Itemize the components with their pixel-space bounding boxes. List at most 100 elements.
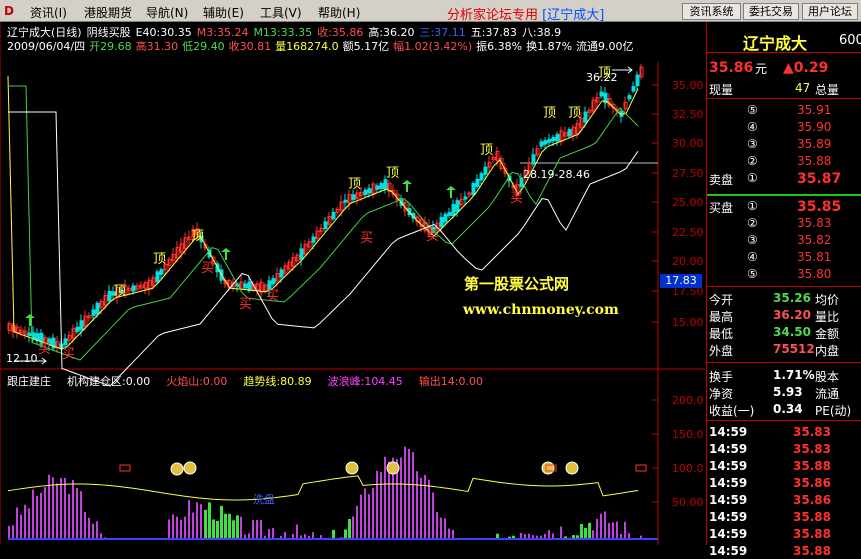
stat-row: 最低34.50金额 xyxy=(707,324,861,340)
candle-body xyxy=(480,174,483,180)
top-signal-label: 顶 xyxy=(568,107,581,121)
candle-body xyxy=(532,155,535,164)
panel-value: 35.88 xyxy=(793,459,831,473)
indicator-bar xyxy=(596,519,598,539)
header-field: E40:30.35 xyxy=(136,26,192,39)
panel-value: 47 xyxy=(795,81,810,95)
kline-chart[interactable]: 35.0032.5030.0027.5025.0022.5020.0017.50… xyxy=(0,22,705,545)
panel-divider xyxy=(707,52,861,53)
menu-hk-futures[interactable]: 港股期货 xyxy=(84,4,132,21)
panel-value: ③ xyxy=(747,137,758,151)
panel-value: 股本 xyxy=(815,368,839,385)
panel-value: 最低 xyxy=(709,325,733,342)
smiley-icon xyxy=(387,462,399,474)
panel-value: 75512 xyxy=(773,342,815,356)
indicator-bar xyxy=(260,520,262,539)
candle-body xyxy=(632,87,635,91)
bid-row: 买盘①35.85 xyxy=(707,198,861,214)
trend-line xyxy=(8,476,638,500)
up-arrow-icon xyxy=(446,186,456,198)
top-signal-label: 顶 xyxy=(543,107,556,121)
indicator-bar xyxy=(560,527,562,539)
flag-marker-icon xyxy=(120,465,130,471)
panel-value: 35.82 xyxy=(797,233,831,247)
menu-tools[interactable]: 工具(V) xyxy=(260,4,302,21)
indicator-bar xyxy=(332,530,335,539)
indicator-bar xyxy=(168,519,170,539)
indicator-bar xyxy=(348,519,351,539)
user-forum-button[interactable]: 用户论坛 xyxy=(802,3,858,20)
buy-signal-label: 买 xyxy=(266,290,279,304)
panel-value: 35.90 xyxy=(797,120,831,134)
indicator-bar xyxy=(64,478,66,539)
candle-body xyxy=(600,92,603,96)
indicator-bar xyxy=(188,500,190,539)
candle-body xyxy=(312,237,315,242)
panel-value: 35.81 xyxy=(797,250,831,264)
header-field: 低29.40 xyxy=(182,40,225,53)
indicator-bar xyxy=(28,508,30,539)
candle-body xyxy=(540,142,543,146)
indicator-bar xyxy=(616,522,618,539)
header-field: 换1.87% xyxy=(526,40,572,53)
menu-assist[interactable]: 辅助(E) xyxy=(203,4,244,21)
indicator-bar xyxy=(364,488,366,539)
candle-body xyxy=(544,141,547,145)
price-tick-label: 20.00 xyxy=(672,255,704,268)
tick-row: 14:5935.86 xyxy=(707,475,861,491)
panel-value: ③ xyxy=(747,233,758,247)
candle-body xyxy=(64,339,67,345)
stat-row: 最高36.20量比 xyxy=(707,307,861,323)
header-field: 八:38.9 xyxy=(522,26,561,39)
candle-body xyxy=(352,195,355,200)
indicator-bar xyxy=(16,507,18,539)
indicator-bar xyxy=(192,513,194,539)
candle-body xyxy=(556,134,559,141)
trade-button[interactable]: 委托交易 xyxy=(743,3,799,20)
menu-help[interactable]: 帮助(H) xyxy=(318,4,360,21)
panel-value: ① xyxy=(747,199,758,213)
panel-value: 35.88 xyxy=(793,510,831,524)
info-system-button[interactable]: 资讯系统 xyxy=(682,3,741,20)
panel-value: 14:59 xyxy=(709,544,747,558)
panel-value: ② xyxy=(747,154,758,168)
indicator-bar xyxy=(48,475,50,539)
indicator-bar xyxy=(92,524,94,539)
header-field: 辽宁成大(日线) xyxy=(7,26,82,39)
buy-signal-label: 买 xyxy=(62,348,75,362)
panel-value: 量比 xyxy=(815,308,839,325)
panel-value: 内盘 xyxy=(815,342,839,359)
ask-row: ④35.90 xyxy=(707,119,861,135)
price-tick-label: 15.00 xyxy=(672,316,704,329)
stat-row: 换手1.71%股本 xyxy=(707,367,861,383)
header-field: 振6.38% xyxy=(476,40,522,53)
header-field: 五:37.83 xyxy=(471,26,517,39)
candle-body xyxy=(568,130,571,136)
panel-value: 35.26 xyxy=(773,291,811,305)
panel-value: 买盘 xyxy=(709,199,733,216)
indicator-bar xyxy=(232,520,235,539)
panel-value: 14:59 xyxy=(709,476,747,490)
indicator-bar xyxy=(408,449,410,539)
panel-value: 总量 xyxy=(815,81,839,98)
flag-marker-icon xyxy=(636,465,646,471)
candle-body xyxy=(456,201,459,212)
menu-info[interactable]: 资讯(I) xyxy=(30,4,67,21)
indicator-bar xyxy=(36,496,38,539)
top-signal-label: 顶 xyxy=(348,178,361,192)
stat-row: 收益(一)0.34PE(动) xyxy=(707,401,861,417)
indicator-bar xyxy=(256,520,258,539)
panel-value: 1.71% xyxy=(773,368,815,382)
top-signal-label: 顶 xyxy=(598,67,611,81)
indicator-bar xyxy=(416,471,418,539)
indicator-bar xyxy=(400,457,402,539)
header-field: 高:36.20 xyxy=(368,26,414,39)
menu-navigate[interactable]: 导航(N) xyxy=(146,4,188,21)
indicator-bar xyxy=(80,491,82,539)
indicator-bar xyxy=(40,493,42,539)
indicator-bar xyxy=(368,494,370,539)
up-arrow-icon xyxy=(25,314,35,326)
panel-value: ② xyxy=(747,216,758,230)
indicator-bar xyxy=(44,487,46,539)
price-row: 35.86元▲0.29 xyxy=(707,59,861,75)
